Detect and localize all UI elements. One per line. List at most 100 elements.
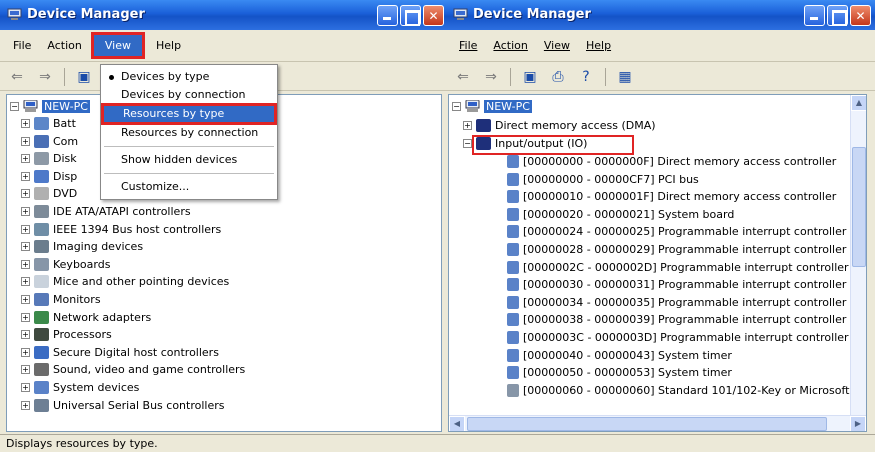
- menu-item-devices-by-connection[interactable]: Devices by connection: [101, 86, 277, 104]
- menu-view[interactable]: View: [90, 32, 145, 59]
- ide-controller-icon: [34, 205, 49, 218]
- close-button[interactable]: ✕: [850, 5, 871, 26]
- expand-icon[interactable]: +: [21, 207, 30, 216]
- menu-item-devices-by-type[interactable]: Devices by type: [101, 68, 277, 86]
- io-resource-item[interactable]: [00000000 - 00000CF7] PCI bus: [507, 171, 699, 188]
- tree-item[interactable]: + Batt: [21, 115, 76, 132]
- properties-button[interactable]: ▣: [519, 67, 541, 87]
- io-resource-item[interactable]: [00000028 - 00000029] Programmable inter…: [507, 241, 846, 258]
- horizontal-scrollbar[interactable]: ◀ ▶: [449, 415, 866, 431]
- menu-help[interactable]: Help: [149, 36, 188, 55]
- expand-icon[interactable]: +: [21, 312, 30, 322]
- minimize-button[interactable]: [377, 5, 398, 26]
- io-resource-item[interactable]: [00000030 - 00000031] Programmable inter…: [507, 276, 846, 293]
- tree-item[interactable]: + DVD: [21, 185, 77, 202]
- menu-item-label: Customize...: [121, 180, 190, 193]
- scroll-thumb[interactable]: [467, 417, 827, 431]
- computer-icon: [23, 100, 38, 112]
- keyboard-icon: [507, 383, 519, 397]
- expand-icon[interactable]: +: [21, 136, 30, 146]
- expand-icon[interactable]: +: [21, 383, 30, 392]
- tree-root[interactable]: − NEW-PC: [452, 98, 532, 115]
- vertical-scrollbar[interactable]: ▲: [850, 95, 866, 415]
- expand-icon[interactable]: +: [21, 277, 30, 287]
- menu-view[interactable]: View: [537, 36, 577, 55]
- collapse-icon[interactable]: −: [463, 139, 472, 148]
- tree-item[interactable]: + Keyboards: [21, 256, 110, 273]
- menu-item-resources-by-type[interactable]: Resources by type: [101, 103, 277, 125]
- close-button[interactable]: ✕: [423, 5, 444, 26]
- menu-file[interactable]: File: [6, 36, 38, 55]
- expand-icon[interactable]: +: [463, 121, 472, 130]
- expand-icon[interactable]: +: [21, 171, 30, 181]
- tree-item[interactable]: + Secure Digital host controllers: [21, 344, 219, 361]
- maximize-button[interactable]: [400, 5, 421, 26]
- properties-button[interactable]: ▣: [73, 67, 95, 87]
- title-bar[interactable]: Device Manager ✕: [446, 0, 875, 30]
- forward-button[interactable]: ⇒: [480, 67, 502, 87]
- tree-item[interactable]: + Monitors: [21, 291, 101, 308]
- tree-root-label: NEW-PC: [484, 100, 532, 113]
- io-resource-item[interactable]: [00000050 - 00000053] System timer: [507, 364, 732, 381]
- menu-action[interactable]: Action: [40, 36, 88, 55]
- tree-item[interactable]: + Processors: [21, 326, 112, 343]
- tree-item[interactable]: + Mice and other pointing devices: [21, 273, 229, 290]
- expand-icon[interactable]: +: [21, 365, 30, 375]
- expand-icon[interactable]: +: [21, 400, 30, 410]
- scroll-up-icon[interactable]: ▲: [851, 95, 866, 111]
- io-resource-item[interactable]: [0000002C - 0000002D] Programmable inter…: [507, 259, 849, 276]
- io-resource-item[interactable]: [00000034 - 00000035] Programmable inter…: [507, 294, 846, 311]
- collapse-icon[interactable]: −: [452, 102, 461, 111]
- expand-icon[interactable]: +: [21, 242, 30, 252]
- tree-item[interactable]: + Network adapters: [21, 309, 151, 326]
- menu-file[interactable]: File: [452, 36, 484, 55]
- menu-help[interactable]: Help: [579, 36, 618, 55]
- expand-icon[interactable]: +: [21, 347, 30, 357]
- print-button[interactable]: ⎙: [547, 67, 569, 87]
- title-bar[interactable]: Device Manager ✕: [0, 0, 446, 30]
- menu-item-show-hidden-devices[interactable]: Show hidden devices: [101, 151, 277, 169]
- tree-item[interactable]: + Disp: [21, 168, 77, 185]
- tree-item[interactable]: + IEEE 1394 Bus host controllers: [21, 221, 221, 238]
- tree-item[interactable]: + Sound, video and game controllers: [21, 361, 245, 378]
- back-button[interactable]: ⇐: [452, 67, 474, 87]
- tree-item-label: Universal Serial Bus controllers: [53, 398, 225, 412]
- tree-root[interactable]: − NEW-PC: [10, 98, 90, 115]
- expand-icon[interactable]: +: [21, 330, 30, 340]
- menu-item-customize[interactable]: Customize...: [101, 178, 277, 196]
- scroll-thumb[interactable]: [852, 147, 866, 267]
- menu-action[interactable]: Action: [486, 36, 534, 55]
- maximize-button[interactable]: [827, 5, 848, 26]
- expand-icon[interactable]: +: [21, 224, 30, 234]
- scroll-right-icon[interactable]: ▶: [850, 416, 866, 431]
- tree-item[interactable]: + IDE ATA/ATAPI controllers: [21, 203, 191, 220]
- io-resource-item[interactable]: [00000038 - 00000039] Programmable inter…: [507, 311, 846, 328]
- expand-icon[interactable]: +: [21, 189, 30, 199]
- scan-hardware-button[interactable]: ▦: [614, 67, 636, 87]
- io-resource-item[interactable]: [00000020 - 00000021] System board: [507, 206, 734, 223]
- tree-item[interactable]: + Com: [21, 133, 78, 150]
- io-resource-item[interactable]: [00000010 - 0000001F] Direct memory acce…: [507, 188, 836, 205]
- expand-icon[interactable]: +: [21, 295, 30, 304]
- expand-icon[interactable]: +: [21, 154, 30, 164]
- forward-button[interactable]: ⇒: [34, 67, 56, 87]
- menu-item-resources-by-connection[interactable]: Resources by connection: [101, 124, 277, 142]
- io-resource-item[interactable]: [00000000 - 0000000F] Direct memory acce…: [507, 153, 836, 170]
- tree-item[interactable]: + Disk: [21, 150, 77, 167]
- tree-item[interactable]: + Imaging devices: [21, 238, 143, 255]
- io-resource-item[interactable]: [00000040 - 00000043] System timer: [507, 347, 732, 364]
- io-resource-item[interactable]: [0000003C - 0000003D] Programmable inter…: [507, 329, 849, 346]
- io-resource-item[interactable]: [00000060 - 00000060] Standard 101/102-K…: [507, 382, 861, 399]
- io-resource-item[interactable]: [00000024 - 00000025] Programmable inter…: [507, 223, 846, 240]
- expand-icon[interactable]: +: [21, 119, 30, 128]
- collapse-icon[interactable]: −: [10, 102, 19, 111]
- tree-item[interactable]: + System devices: [21, 379, 139, 396]
- minimize-button[interactable]: [804, 5, 825, 26]
- tree-group[interactable]: + Direct memory access (DMA): [463, 117, 656, 134]
- expand-icon[interactable]: +: [21, 259, 30, 269]
- help-button[interactable]: ?: [575, 67, 597, 87]
- tree-item[interactable]: + Universal Serial Bus controllers: [21, 397, 224, 414]
- arrow-right-icon: ⇒: [485, 68, 497, 85]
- back-button[interactable]: ⇐: [6, 67, 28, 87]
- scroll-left-icon[interactable]: ◀: [449, 416, 465, 431]
